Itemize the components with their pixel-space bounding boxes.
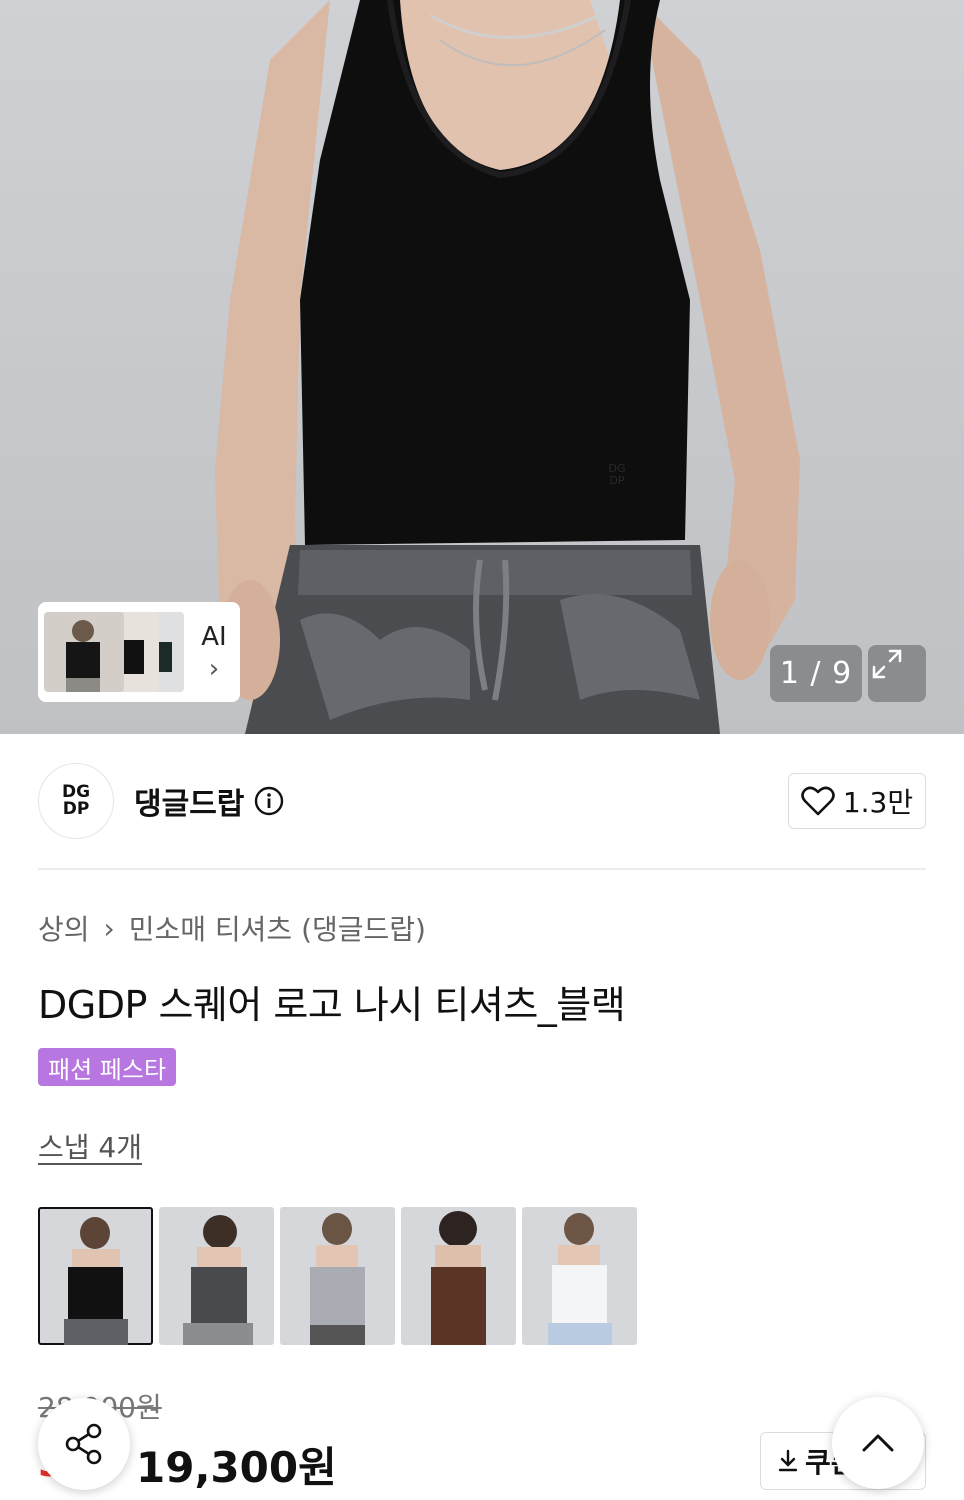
expand-icon [872, 649, 902, 679]
product-title: DGDP 스퀘어 로고 나시 티셔츠_블랙 [38, 983, 626, 1027]
sale-price: 19,300원 [136, 1443, 337, 1492]
divider [38, 868, 926, 870]
brand-logo-text: DG DP [61, 782, 91, 819]
scroll-top-button[interactable] [832, 1397, 924, 1489]
heart-icon [801, 786, 835, 816]
ai-thumbnails [44, 608, 194, 696]
info-icon[interactable] [254, 786, 284, 816]
breadcrumb: 상의 › 민소매 티셔츠 (댕글드랍) [38, 908, 426, 948]
expand-button[interactable] [868, 645, 926, 702]
image-counter: 1 / 9 [770, 645, 862, 702]
thumbnail-gray[interactable] [280, 1207, 395, 1345]
chevron-right-icon: › [208, 654, 220, 684]
chevron-right-icon: › [103, 911, 115, 945]
ai-label: AI [201, 622, 227, 652]
ai-recommend-card[interactable]: AI › [38, 602, 240, 702]
brand-logo[interactable]: DG DP [38, 763, 114, 839]
download-icon [778, 1449, 798, 1472]
brand-name[interactable]: 댕글드랍 [134, 779, 244, 823]
chevron-up-icon [862, 1434, 894, 1452]
thumbnail-black[interactable] [38, 1207, 153, 1345]
thumbnail-charcoal[interactable] [159, 1207, 274, 1345]
like-count: 1.3만 [842, 786, 914, 819]
breadcrumb-subcategory[interactable]: 민소매 티셔츠 (댕글드랍) [129, 908, 426, 948]
thumbnail-brown[interactable] [401, 1207, 516, 1345]
share-icon [65, 1423, 102, 1465]
color-thumbnails [38, 1207, 637, 1345]
tank-logo: DG DP [608, 462, 626, 487]
share-button[interactable] [38, 1398, 130, 1490]
brand-row: DG DP 댕글드랍 1.3만 [38, 762, 926, 840]
promo-badge: 패션 페스타 [38, 1048, 177, 1086]
like-button[interactable]: 1.3만 [788, 773, 926, 829]
product-hero-image[interactable]: DG DP AI › 1 / 9 [0, 0, 964, 734]
snap-link[interactable]: 스냅 4개 [38, 1126, 142, 1166]
thumbnail-white[interactable] [522, 1207, 637, 1345]
breadcrumb-category[interactable]: 상의 [38, 908, 90, 948]
